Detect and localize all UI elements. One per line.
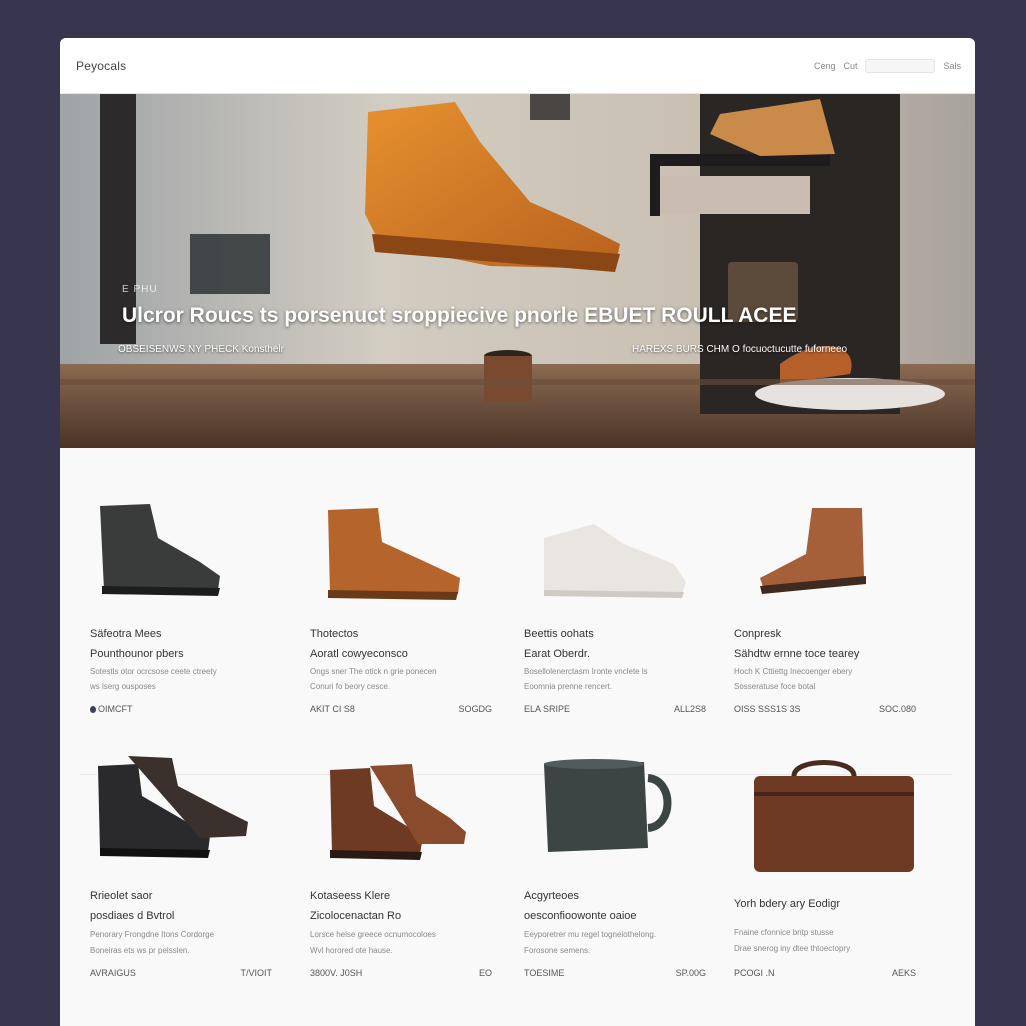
product-name: Thotectos: [310, 628, 359, 640]
product-description: Forosone semens.: [524, 946, 591, 955]
product-image-black-boots-pair: [98, 756, 248, 858]
product-tag: AVRAIGUS: [90, 968, 136, 978]
color-dot-icon: [90, 706, 96, 713]
browser-frame: Peyocals Ceng Cut Sals E PHU Ulcror Rouc…: [60, 38, 975, 1026]
product-card[interactable]: Conpresk Sähdtw ernne toce tearey Hoch K…: [724, 498, 932, 768]
product-description: Penorary Frongdne Itons Cordorge: [90, 930, 215, 939]
product-row: Säfeotra Mees Pounthounor pbers Sotestls…: [80, 498, 955, 768]
product-card[interactable]: Kotaseess Klere Zicolocenactan Ro Lorsce…: [300, 756, 508, 1026]
product-price: SOC.080: [878, 704, 916, 714]
product-price: SP.00G: [675, 968, 706, 978]
product-name: Conpresk: [734, 628, 782, 640]
product-image-brown-boot: [760, 508, 866, 594]
product-image-dark-boot: [100, 504, 220, 596]
product-description: Eoomnia prenne rencert.: [524, 682, 613, 691]
product-tag: AKIT CI S8: [310, 704, 355, 714]
product-subtitle: Earat Oberdr.: [524, 648, 591, 660]
product-image-tan-boot: [328, 508, 460, 600]
product-subtitle: Aoratl cowyeconsco: [310, 648, 408, 660]
product-name: Beettis oohats: [524, 628, 594, 640]
product-image-leather-bag: [754, 760, 914, 872]
product-description: ws lserg ousposes: [90, 682, 156, 691]
hero-banner: E PHU Ulcror Roucs ts porsenuct sroppiec…: [60, 94, 975, 448]
product-description: Ongs sner The otick n grie ponecen: [310, 667, 437, 676]
product-tag: PCOGI .N: [734, 968, 775, 978]
product-image-white-shoe: [544, 524, 686, 598]
product-name: Rrieolet saor: [90, 890, 153, 902]
product-description: Conuri fo beory cesce.: [310, 682, 391, 691]
nav-links: Ceng Cut Sals: [814, 58, 961, 73]
product-card[interactable]: Thotectos Aoratl cowyeconsco Ongs sner T…: [300, 498, 508, 768]
product-subtitle: oesconfioowonte oaioe: [524, 910, 637, 922]
product-tag: OIMCFT: [90, 704, 133, 714]
nav-link-sals[interactable]: Sals: [943, 61, 961, 71]
brand-logo[interactable]: Peyocals: [76, 59, 126, 73]
product-price: SOGDG: [458, 704, 492, 714]
product-image-brown-boots-pair: [330, 764, 466, 860]
nav-link-ceng[interactable]: Ceng: [814, 61, 836, 71]
product-description: Sosseratuse foce botal: [734, 682, 816, 691]
product-tag: ELA SRIPE: [524, 704, 571, 714]
product-description: Lorsce helse greece ocnumocoloes: [310, 930, 436, 939]
product-subtitle: Zicolocenactan Ro: [310, 910, 402, 922]
search-input[interactable]: [865, 58, 936, 73]
product-description: Drae snerog iny dtee thtoectopry: [734, 944, 851, 953]
hero-kicker: E PHU: [122, 284, 158, 295]
product-description: Bosellolenerctasm Ironte vnclete ls: [524, 667, 648, 676]
hero-subtitle-left: OBSEISENWS NY PHECK Konsthelr: [118, 344, 284, 355]
top-nav: Peyocals Ceng Cut Sals: [60, 38, 975, 94]
product-subtitle: Sähdtw ernne toce tearey: [734, 648, 860, 660]
product-description: Sotestls otor ocrcsose ceete ctreety: [90, 667, 217, 676]
product-tag: 3800V. J0SH: [310, 968, 363, 978]
product-name: Säfeotra Mees: [90, 628, 162, 640]
nav-link-cut[interactable]: Cut: [843, 61, 857, 71]
hero-illustration: [60, 94, 975, 448]
product-description: Wvl horored ote hause.: [310, 946, 393, 955]
hero-title: Ulcror Roucs ts porsenuct sroppiecive pn…: [122, 304, 797, 327]
product-price: AEKS: [891, 968, 916, 978]
product-row: Rrieolet saor posdiaes d Bvtrol Penorary…: [80, 756, 955, 1026]
product-description: Hoch K Cttiettg Inecoenger ebery: [734, 667, 853, 676]
product-card[interactable]: Yorh bdery ary Eodigr Fnaine cfonnice bn…: [724, 756, 932, 1026]
product-name: Yorh bdery ary Eodigr: [734, 898, 840, 910]
product-description: Eeyporetrer mu regel togneiothelong.: [524, 930, 657, 939]
hero-subtitle-right: HAREXS BURS CHM O focuoctucutte fufornee…: [632, 344, 848, 355]
product-tag: TOESIME: [524, 968, 565, 978]
product-name: Kotaseess Klere: [310, 890, 391, 902]
product-tag: OISS SSS1S 3S: [734, 704, 801, 714]
product-card[interactable]: Beettis oohats Earat Oberdr. Bosellolene…: [514, 498, 722, 768]
product-card[interactable]: Rrieolet saor posdiaes d Bvtrol Penorary…: [80, 756, 288, 1026]
product-subtitle: Pounthounor pbers: [90, 648, 184, 660]
product-card[interactable]: Säfeotra Mees Pounthounor pbers Sotestls…: [80, 498, 288, 768]
product-price: EO: [478, 968, 492, 978]
product-name: Acgyrteoes: [524, 890, 580, 902]
product-description: Fnaine cfonnice bntp stusse: [734, 928, 834, 937]
product-image-mug: [544, 759, 672, 852]
product-subtitle: posdiaes d Bvtrol: [90, 910, 175, 922]
product-description: Boneiras ets ws pr pelsslen.: [90, 946, 190, 955]
product-price: T/VIOIT: [240, 968, 273, 978]
product-card[interactable]: Acgyrteoes oesconfioowonte oaioe Eeypore…: [514, 756, 722, 1026]
product-price: ALL2S8: [673, 704, 706, 714]
